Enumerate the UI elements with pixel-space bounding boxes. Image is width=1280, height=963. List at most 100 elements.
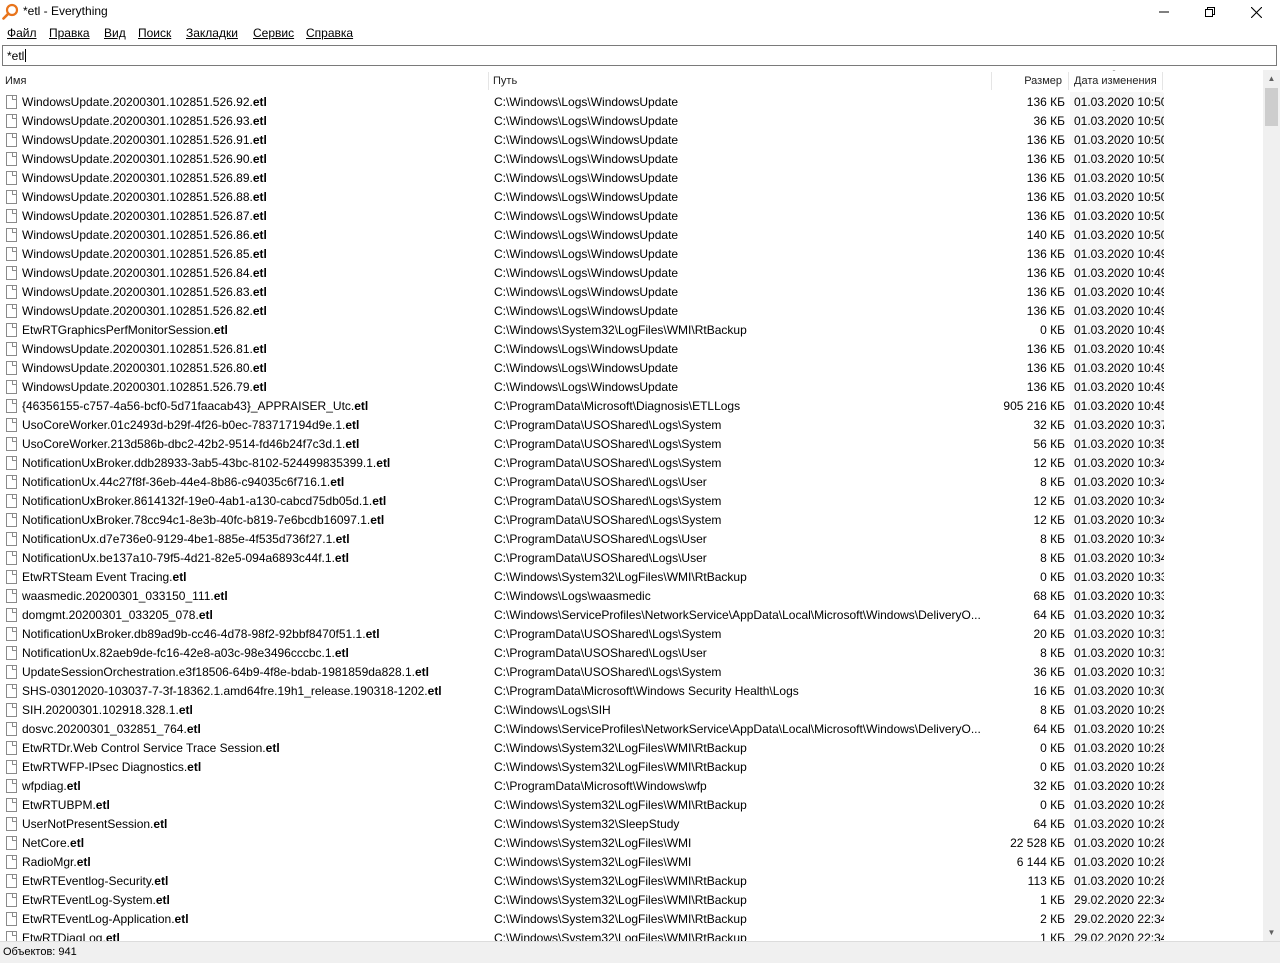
vertical-scrollbar[interactable]: ▲ ▼ (1263, 70, 1280, 941)
file-icon (6, 323, 17, 337)
file-icon (6, 551, 17, 565)
file-extension: etl (172, 570, 187, 584)
file-name: UpdateSessionOrchestration.e3f18506-64b9… (22, 663, 484, 682)
file-path: C:\ProgramData\Microsoft\Windows\wfp (494, 779, 707, 793)
file-name: WindowsUpdate.20200301.102851.526.93.etl (22, 112, 484, 131)
table-row[interactable]: UserNotPresentSession.etl C:\Windows\Syst… (0, 815, 1263, 834)
table-row[interactable]: WindowsUpdate.20200301.102851.526.84.etl… (0, 264, 1263, 283)
table-row[interactable]: EtwRTDiagLog.etl C:\Windows\System32\LogF… (0, 929, 1263, 941)
table-row[interactable]: UsoCoreWorker.213d586b-dbc2-42b2-9514-fd… (0, 435, 1263, 454)
table-row[interactable]: waasmedic.20200301_033150_111.etl C:\Wind… (0, 587, 1263, 606)
column-divider[interactable] (1162, 72, 1163, 90)
table-row[interactable]: WindowsUpdate.20200301.102851.526.87.etl… (0, 207, 1263, 226)
table-row[interactable]: WindowsUpdate.20200301.102851.526.81.etl… (0, 340, 1263, 359)
file-modified-date: 01.03.2020 10:29 (1074, 701, 1164, 720)
file-extension: etl (354, 399, 369, 413)
table-row[interactable]: {46356155-c757-4a56-bcf0-5d71faacab43}_A… (0, 397, 1263, 416)
file-modified-date: 01.03.2020 10:28 (1074, 834, 1164, 853)
table-row[interactable]: WindowsUpdate.20200301.102851.526.83.etl… (0, 283, 1263, 302)
table-row[interactable]: SIH.20200301.102918.328.1.etl C:\Windows\… (0, 701, 1263, 720)
file-name-base: WindowsUpdate.20200301.102851.526.87. (22, 209, 253, 223)
file-name-base: WindowsUpdate.20200301.102851.526.81. (22, 342, 253, 356)
table-row[interactable]: EtwRTEventLog-System.etl C:\Windows\Syste… (0, 891, 1263, 910)
column-divider[interactable] (1068, 72, 1069, 90)
table-row[interactable]: dosvc.20200301_032851_764.etl C:\Windows\… (0, 720, 1263, 739)
table-row[interactable]: WindowsUpdate.20200301.102851.526.86.etl… (0, 226, 1263, 245)
table-row[interactable]: NotificationUxBroker.ddb28933-3ab5-43bc-… (0, 454, 1263, 473)
file-name: NotificationUxBroker.ddb28933-3ab5-43bc-… (22, 454, 484, 473)
file-name-base: NotificationUx.44c27f8f-36eb-44e4-8b86-c… (22, 475, 331, 489)
column-divider[interactable] (488, 72, 489, 90)
table-row[interactable]: EtwRTEventLog-Application.etl C:\Windows\… (0, 910, 1263, 929)
table-row[interactable]: NotificationUxBroker.8614132f-19e0-4ab1-… (0, 492, 1263, 511)
file-path: C:\Windows\Logs\WindowsUpdate (494, 285, 679, 299)
table-row[interactable]: EtwRTEventlog-Security.etl C:\Windows\Sys… (0, 872, 1263, 891)
file-size: 8 КБ (1040, 646, 1065, 660)
column-header-size[interactable]: Размер (992, 70, 1062, 92)
table-row[interactable]: WindowsUpdate.20200301.102851.526.80.etl… (0, 359, 1263, 378)
table-row[interactable]: WindowsUpdate.20200301.102851.526.79.etl… (0, 378, 1263, 397)
menu-edit[interactable]: Правка (49, 26, 90, 40)
menu-search[interactable]: Поиск (138, 26, 171, 40)
file-icon (6, 836, 17, 850)
file-name-base: UsoCoreWorker.01c2493d-b29f-4f26-b0ec-78… (22, 418, 346, 432)
table-row[interactable]: EtwRTUBPM.etl C:\Windows\System32\LogFile… (0, 796, 1263, 815)
scroll-up-arrow-icon[interactable]: ▲ (1263, 70, 1280, 87)
file-name: wfpdiag.etl (22, 777, 484, 796)
column-header-date[interactable]: Дата изменения (1074, 70, 1157, 92)
file-name-base: RadioMgr. (22, 855, 77, 869)
table-row[interactable]: EtwRTGraphicsPerfMonitorSession.etl C:\Wi… (0, 321, 1263, 340)
column-header-path[interactable]: Путь (493, 70, 517, 92)
table-row[interactable]: WindowsUpdate.20200301.102851.526.91.etl… (0, 131, 1263, 150)
file-path: C:\ProgramData\USOShared\Logs\User (494, 646, 707, 660)
table-row[interactable]: EtwRTDr.Web Control Service Trace Sessio… (0, 739, 1263, 758)
file-extension: etl (155, 893, 170, 907)
file-icon (6, 266, 17, 280)
scroll-down-arrow-icon[interactable]: ▼ (1263, 924, 1280, 941)
maximize-button[interactable] (1187, 0, 1233, 24)
table-row[interactable]: SHS-03012020-103037-7-3f-18362.1.amd64fr… (0, 682, 1263, 701)
table-row[interactable]: WindowsUpdate.20200301.102851.526.92.etl… (0, 93, 1263, 112)
table-row[interactable]: NotificationUx.be137a10-79f5-4d21-82e5-0… (0, 549, 1263, 568)
table-row[interactable]: domgmt.20200301_033205_078.etl C:\Windows… (0, 606, 1263, 625)
table-row[interactable]: WindowsUpdate.20200301.102851.526.82.etl… (0, 302, 1263, 321)
table-row[interactable]: EtwRTWFP-IPsec Diagnostics.etl C:\Windows… (0, 758, 1263, 777)
close-button[interactable] (1233, 0, 1279, 24)
scroll-thumb[interactable] (1265, 88, 1278, 126)
table-row[interactable]: WindowsUpdate.20200301.102851.526.85.etl… (0, 245, 1263, 264)
menu-bookmarks[interactable]: Закладки (186, 26, 238, 40)
file-icon (6, 190, 17, 204)
table-row[interactable]: NotificationUx.82aeb9de-fc16-42e8-a03c-9… (0, 644, 1263, 663)
table-row[interactable]: WindowsUpdate.20200301.102851.526.89.etl… (0, 169, 1263, 188)
table-row[interactable]: EtwRTSteam Event Tracing.etl C:\Windows\S… (0, 568, 1263, 587)
results-list[interactable]: Имя Путь Размер ﹀ Дата изменения Windows… (0, 70, 1263, 941)
table-row[interactable]: NetCore.etl C:\Windows\System32\LogFiles\… (0, 834, 1263, 853)
file-path: C:\ProgramData\USOShared\Logs\System (494, 665, 722, 679)
table-row[interactable]: wfpdiag.etl C:\ProgramData\Microsoft\Wind… (0, 777, 1263, 796)
file-name-base: waasmedic.20200301_033150_111. (22, 589, 214, 603)
file-extension: etl (427, 684, 442, 698)
table-row[interactable]: NotificationUx.d7e736e0-9129-4be1-885e-4… (0, 530, 1263, 549)
file-icon (6, 171, 17, 185)
table-row[interactable]: NotificationUxBroker.db89ad9b-cc46-4d78-… (0, 625, 1263, 644)
menu-view[interactable]: Вид (104, 26, 126, 40)
table-row[interactable]: WindowsUpdate.20200301.102851.526.93.etl… (0, 112, 1263, 131)
table-row[interactable]: WindowsUpdate.20200301.102851.526.90.etl… (0, 150, 1263, 169)
table-row[interactable]: NotificationUx.44c27f8f-36eb-44e4-8b86-c… (0, 473, 1263, 492)
table-row[interactable]: RadioMgr.etl C:\Windows\System32\LogFiles… (0, 853, 1263, 872)
table-row[interactable]: NotificationUxBroker.78cc94c1-8e3b-40fc-… (0, 511, 1263, 530)
column-header-name[interactable]: Имя (5, 70, 26, 92)
table-row[interactable]: WindowsUpdate.20200301.102851.526.88.etl… (0, 188, 1263, 207)
menu-file[interactable]: Файл (7, 26, 37, 40)
file-name: NotificationUx.82aeb9de-fc16-42e8-a03c-9… (22, 644, 484, 663)
file-extension: etl (252, 380, 267, 394)
file-size: 64 КБ (1033, 817, 1065, 831)
menu-tools[interactable]: Сервис (253, 26, 294, 40)
menu-help[interactable]: Справка (306, 26, 353, 40)
search-input[interactable]: *etl (2, 45, 1277, 66)
table-row[interactable]: UpdateSessionOrchestration.e3f18506-64b9… (0, 663, 1263, 682)
file-name-base: NetCore. (22, 836, 71, 850)
table-row[interactable]: UsoCoreWorker.01c2493d-b29f-4f26-b0ec-78… (0, 416, 1263, 435)
everything-magnifier-icon (2, 3, 19, 20)
minimize-button[interactable] (1141, 0, 1187, 24)
